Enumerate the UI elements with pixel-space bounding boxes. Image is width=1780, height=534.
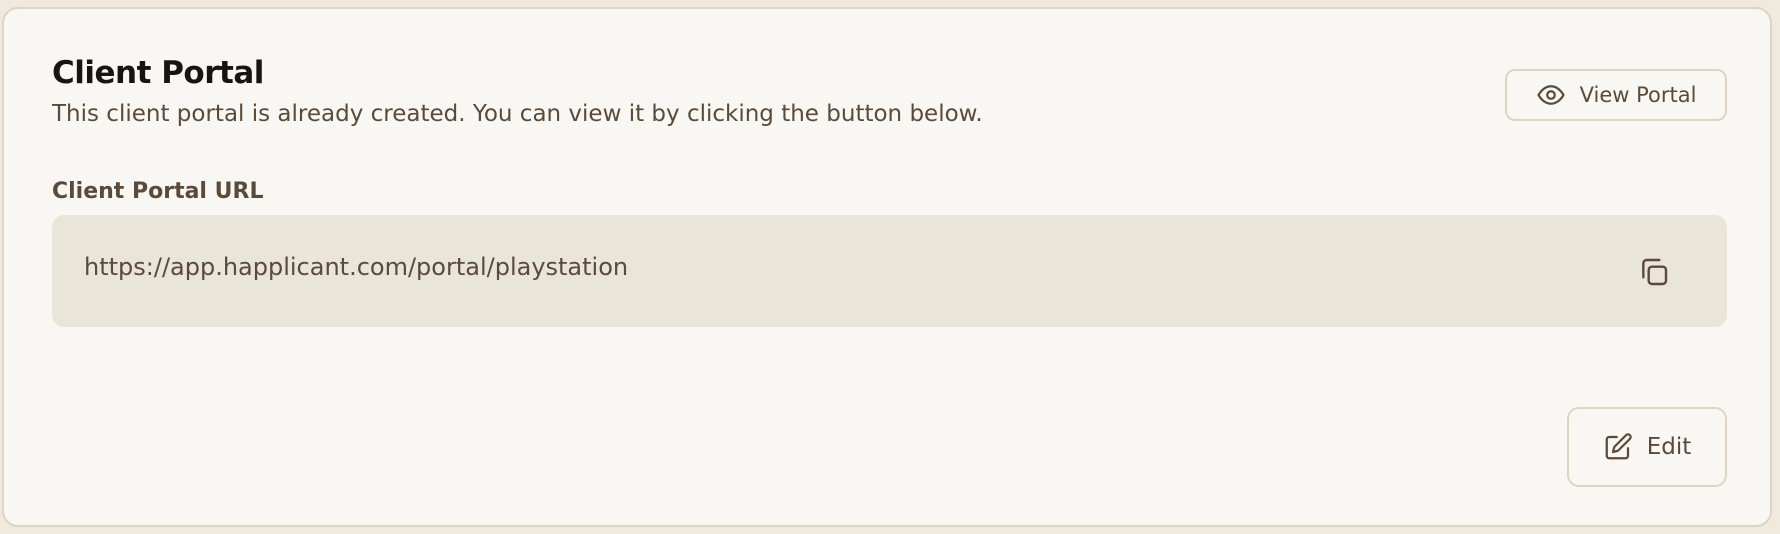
edit-button[interactable]: Edit [1567, 407, 1727, 487]
url-field: https://app.happlicant.com/portal/playst… [52, 215, 1727, 327]
page-subtitle: This client portal is already created. Y… [52, 101, 983, 127]
copy-icon [1638, 256, 1670, 288]
url-field-label: Client Portal URL [52, 179, 264, 204]
eye-icon [1536, 80, 1566, 110]
edit-label: Edit [1646, 434, 1692, 460]
view-portal-label: View Portal [1579, 83, 1697, 107]
client-portal-card: Client Portal This client portal is alre… [2, 7, 1772, 527]
edit-icon [1603, 432, 1633, 462]
view-portal-button[interactable]: View Portal [1505, 69, 1727, 121]
url-value: https://app.happlicant.com/portal/playst… [84, 253, 629, 281]
page-title: Client Portal [52, 55, 264, 91]
copy-url-button[interactable] [1635, 253, 1673, 291]
